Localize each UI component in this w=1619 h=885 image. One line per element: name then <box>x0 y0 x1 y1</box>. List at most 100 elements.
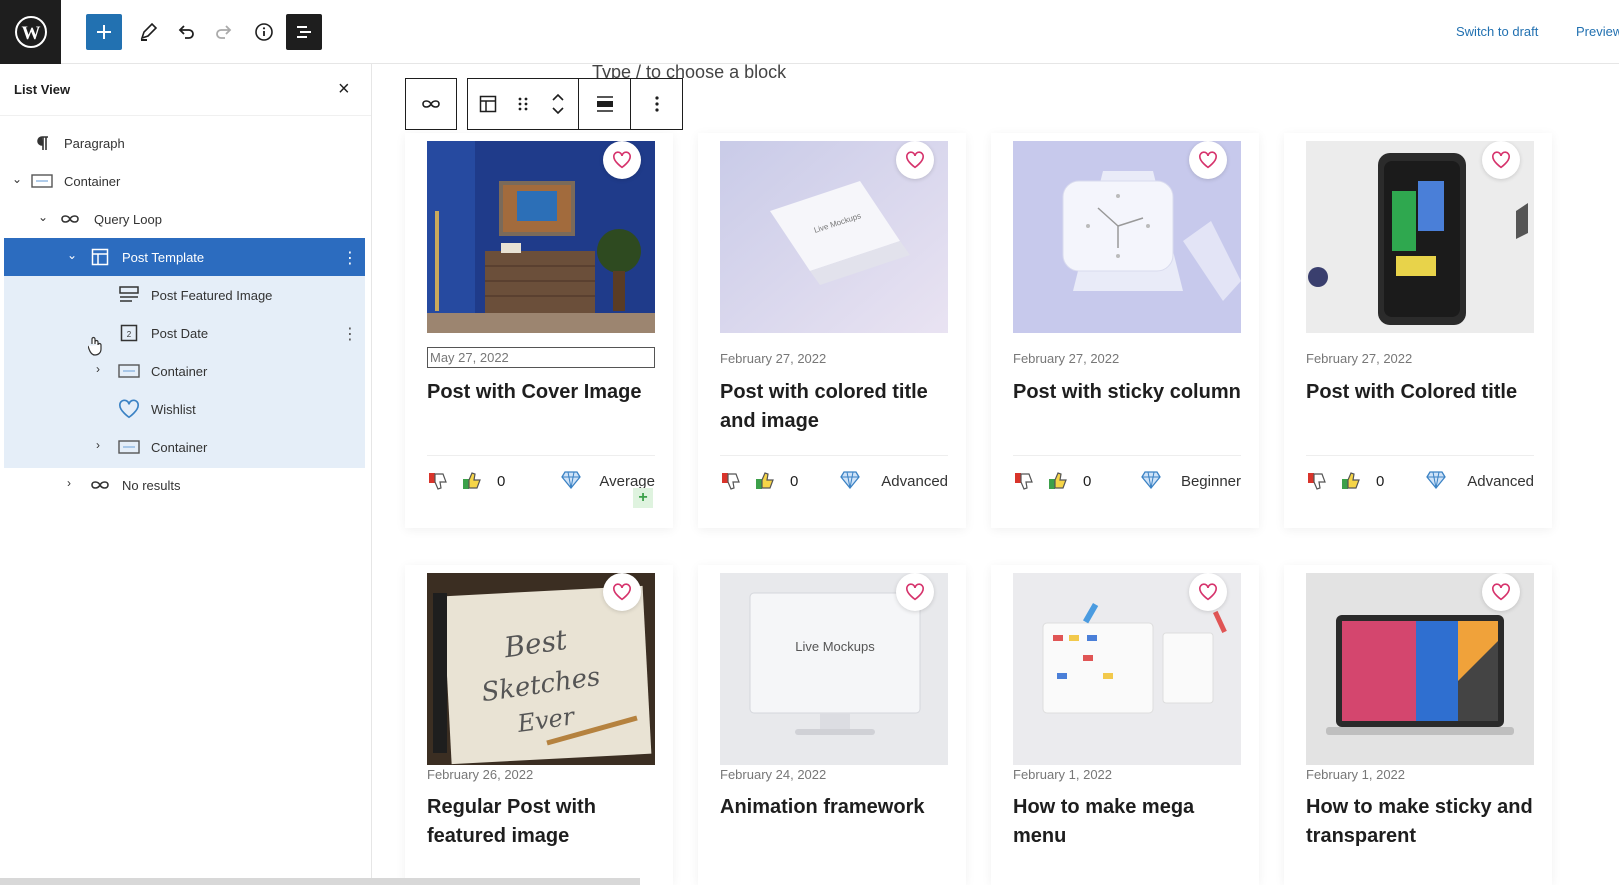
wishlist-heart-button[interactable] <box>603 573 641 611</box>
thumbs-down-icon[interactable] <box>1306 471 1328 491</box>
more-options-icon[interactable] <box>630 79 682 129</box>
align-button[interactable] <box>578 79 630 129</box>
more-options-icon[interactable]: ⋮ <box>342 248 358 268</box>
wishlist-heart-button[interactable] <box>1189 141 1227 179</box>
list-view-title: List View <box>14 82 71 97</box>
add-block-icon[interactable]: + <box>633 488 653 508</box>
thumbs-up-icon[interactable] <box>461 471 483 491</box>
thumbs-down-icon[interactable] <box>720 471 742 491</box>
post-date[interactable]: February 27, 2022 <box>1306 351 1412 366</box>
post-featured-image[interactable] <box>1306 141 1534 333</box>
post-title[interactable]: Animation framework <box>720 793 950 822</box>
post-meta: 0 Advanced <box>1306 471 1536 491</box>
thumbs-up-icon[interactable] <box>1047 471 1069 491</box>
tree-item-post-date[interactable]: 2 Post Date ⋮ <box>4 314 365 352</box>
wishlist-heart-button[interactable] <box>896 141 934 179</box>
post-date[interactable]: February 1, 2022 <box>1013 767 1112 782</box>
post-card[interactable]: February 1, 2022 How to make sticky and … <box>1284 565 1552 885</box>
block-type-button[interactable] <box>468 79 508 129</box>
heart-icon <box>1492 583 1510 601</box>
close-icon[interactable]: × <box>338 78 350 101</box>
undo-button[interactable] <box>168 14 204 50</box>
post-featured-image[interactable]: Live Mockups <box>720 573 948 765</box>
chevron-right-icon[interactable]: › <box>67 476 71 490</box>
post-title[interactable]: How to make mega menu <box>1013 793 1243 851</box>
post-date[interactable]: February 27, 2022 <box>1013 351 1119 366</box>
post-title[interactable]: Post with sticky column <box>1013 378 1243 407</box>
tree-item-wishlist[interactable]: Wishlist <box>4 390 365 428</box>
link-icon <box>422 100 440 108</box>
divider <box>720 455 948 456</box>
tree-item-container[interactable]: › Container <box>4 428 365 466</box>
list-view-header: List View × <box>0 64 371 116</box>
tree-item-paragraph[interactable]: Paragraph <box>4 124 365 162</box>
chevron-down-icon[interactable]: ⌄ <box>12 172 22 186</box>
wishlist-heart-button[interactable] <box>1482 573 1520 611</box>
chevron-down-icon[interactable]: ⌄ <box>67 248 77 262</box>
tree-item-label: Container <box>151 364 208 379</box>
thumbs-up-icon[interactable] <box>754 471 776 491</box>
thumbs-up-icon[interactable] <box>1340 471 1362 491</box>
chevron-right-icon[interactable]: › <box>96 362 100 376</box>
switch-to-draft-button[interactable]: Switch to draft <box>1456 24 1538 39</box>
tree-item-no-results[interactable]: › No results <box>4 466 365 504</box>
align-icon <box>596 96 613 112</box>
thumbs-down-icon[interactable] <box>1013 471 1035 491</box>
calendar-icon: 2 <box>118 323 140 343</box>
post-title[interactable]: Post with Colored title <box>1306 378 1536 407</box>
post-featured-image[interactable]: Live Mockups <box>720 141 948 333</box>
post-title[interactable]: How to make sticky and transparent <box>1306 793 1536 851</box>
post-title[interactable]: Post with colored title and image <box>720 378 950 436</box>
chevron-down-icon[interactable]: ⌄ <box>38 210 48 224</box>
add-block-button[interactable] <box>86 14 122 50</box>
post-card[interactable]: May 27, 2022 Post with Cover Image 0 Ave… <box>405 133 673 528</box>
post-date[interactable]: February 26, 2022 <box>427 767 533 782</box>
difficulty-level: Advanced <box>1467 473 1534 490</box>
post-card[interactable]: February 27, 2022 Post with sticky colum… <box>991 133 1259 528</box>
drag-handle-icon[interactable] <box>508 79 538 129</box>
details-button[interactable] <box>246 14 282 50</box>
wordpress-logo-icon[interactable]: W <box>0 0 61 64</box>
list-view-panel: List View × Paragraph ⌄ Container ⌄ Quer… <box>0 64 372 885</box>
heart-icon <box>906 151 924 169</box>
wishlist-heart-button[interactable] <box>1189 573 1227 611</box>
post-featured-image[interactable] <box>427 141 655 333</box>
post-date[interactable]: February 1, 2022 <box>1306 767 1405 782</box>
tree-item-post-template[interactable]: ⌄ Post Template ⋮ <box>4 238 365 276</box>
horizontal-scrollbar[interactable] <box>0 878 640 885</box>
list-view-button[interactable] <box>286 14 322 50</box>
post-title[interactable]: Post with Cover Image <box>427 378 657 407</box>
post-date[interactable]: February 27, 2022 <box>720 351 826 366</box>
post-featured-image[interactable] <box>1013 573 1241 765</box>
thumbs-down-icon[interactable] <box>427 471 449 491</box>
wishlist-heart-button[interactable] <box>1482 141 1520 179</box>
post-card[interactable]: February 1, 2022 How to make mega menu <box>991 565 1259 885</box>
chevron-right-icon[interactable]: › <box>96 438 100 452</box>
tree-item-post-featured-image[interactable]: Post Featured Image <box>4 276 365 314</box>
post-card[interactable]: Live Mockups February 27, 2022 Post with… <box>698 133 966 528</box>
wishlist-heart-button[interactable] <box>896 573 934 611</box>
paragraph-icon <box>31 133 53 153</box>
post-date[interactable]: February 24, 2022 <box>720 767 826 782</box>
post-date[interactable]: May 27, 2022 <box>427 347 655 368</box>
post-card[interactable]: February 27, 2022 Post with Colored titl… <box>1284 133 1552 528</box>
tools-button[interactable] <box>130 14 166 50</box>
wishlist-heart-button[interactable] <box>603 141 641 179</box>
post-featured-image[interactable] <box>1013 141 1241 333</box>
tree-item-container[interactable]: ⌄ Container <box>4 162 365 200</box>
diamond-icon <box>1141 471 1161 489</box>
tree-item-query-loop[interactable]: ⌄ Query Loop <box>4 200 365 238</box>
heart-icon <box>1199 151 1217 169</box>
post-featured-image[interactable] <box>1306 573 1534 765</box>
post-card[interactable]: Best Sketches Ever February 26, 2022 Reg… <box>405 565 673 885</box>
post-title[interactable]: Regular Post with featured image <box>427 793 657 851</box>
preview-button[interactable]: Preview <box>1576 24 1619 39</box>
move-arrows-icon[interactable] <box>538 79 578 129</box>
more-options-icon[interactable]: ⋮ <box>342 324 358 344</box>
redo-button[interactable] <box>206 14 242 50</box>
post-featured-image[interactable]: Best Sketches Ever <box>427 573 655 765</box>
tree-item-container[interactable]: › Container <box>4 352 365 390</box>
info-icon <box>255 23 273 41</box>
select-parent-button[interactable] <box>406 79 456 129</box>
post-card[interactable]: Live Mockups February 24, 2022 Animation… <box>698 565 966 885</box>
